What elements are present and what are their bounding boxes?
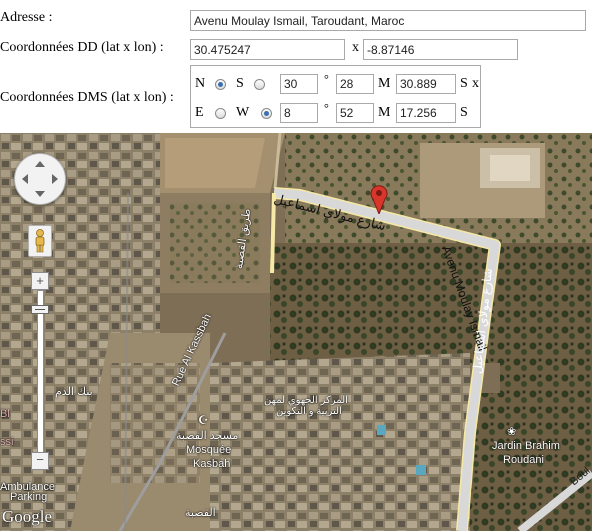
lon-deg-unit: ° (324, 101, 329, 115)
poi-bank-arabic: بنك الدم (55, 386, 93, 398)
dms-separator: x (472, 76, 479, 91)
lat-min-unit: M (378, 76, 391, 91)
dms-label: Coordonnées DMS (lat x lon) : (0, 90, 174, 105)
lat-n-label: N (195, 76, 206, 91)
poi-mosque-icon: ☪ (198, 413, 209, 427)
dd-separator: x (352, 40, 359, 55)
poi-left-label1: ssi (0, 436, 14, 448)
poi-mosque-name2: Kasbah (193, 458, 231, 470)
lat-deg-input[interactable] (280, 74, 318, 94)
address-input[interactable] (190, 10, 586, 31)
satellite-map[interactable]: شارع مولاي اسماعيل Avenu Moulay Ismail ش… (0, 133, 592, 531)
pan-control[interactable] (14, 153, 66, 205)
dd-lon-input[interactable] (363, 39, 518, 60)
lon-w-radio[interactable] (261, 108, 272, 119)
lat-deg-unit: ° (324, 72, 329, 86)
lat-s-label: S (236, 76, 244, 91)
lon-sec-input[interactable] (396, 103, 456, 123)
zoom-in-button[interactable]: + (31, 272, 49, 290)
lon-e-label: E (195, 105, 204, 120)
poi-garden-name2: Roudani (503, 454, 544, 466)
location-marker-icon[interactable] (369, 184, 389, 214)
address-label: Adresse : (0, 10, 53, 25)
lat-min-input[interactable] (336, 74, 374, 94)
lon-e-radio[interactable] (215, 108, 226, 119)
poi-center-arabic1: المركز الجهوي لمهن (264, 395, 348, 406)
pan-arrows-icon (22, 161, 58, 197)
zoom-track[interactable] (37, 290, 44, 454)
lon-min-input[interactable] (336, 103, 374, 123)
lat-sec-input[interactable] (396, 74, 456, 94)
zoom-slider-handle[interactable] (31, 305, 49, 314)
lat-s-radio[interactable] (254, 79, 265, 90)
pegman-icon (35, 229, 45, 253)
poi-mosque-arabic: مسجد القصبة (176, 430, 239, 442)
lon-w-label: W (236, 105, 250, 120)
street-view-control[interactable] (28, 225, 52, 257)
poi-garden-icon: ❀ (507, 426, 517, 438)
dd-lat-input[interactable] (190, 39, 345, 60)
poi-garden-name1: Jardin Brahim (492, 440, 560, 452)
map-imagery (0, 133, 592, 531)
poi-left-label2: Bl (0, 408, 10, 420)
poi-ambulance2: Parking (10, 491, 48, 503)
poi-bottom-arabic: القصبة (185, 507, 216, 519)
lat-n-radio[interactable] (215, 79, 226, 90)
lon-deg-input[interactable] (280, 103, 318, 123)
dd-label: Coordonnées DD (lat x lon) : (0, 40, 164, 55)
lon-min-unit: M (378, 105, 391, 120)
dms-group: N S ° M S x E W ° M S (190, 65, 481, 128)
poi-mosque-name1: Mosquée (186, 444, 232, 456)
lat-sec-unit: S (460, 76, 468, 91)
lon-sec-unit: S (460, 105, 468, 120)
google-logo[interactable]: Google (2, 507, 52, 527)
poi-center-arabic2: التربية و التكوين (276, 406, 342, 417)
zoom-out-button[interactable]: − (31, 452, 49, 470)
